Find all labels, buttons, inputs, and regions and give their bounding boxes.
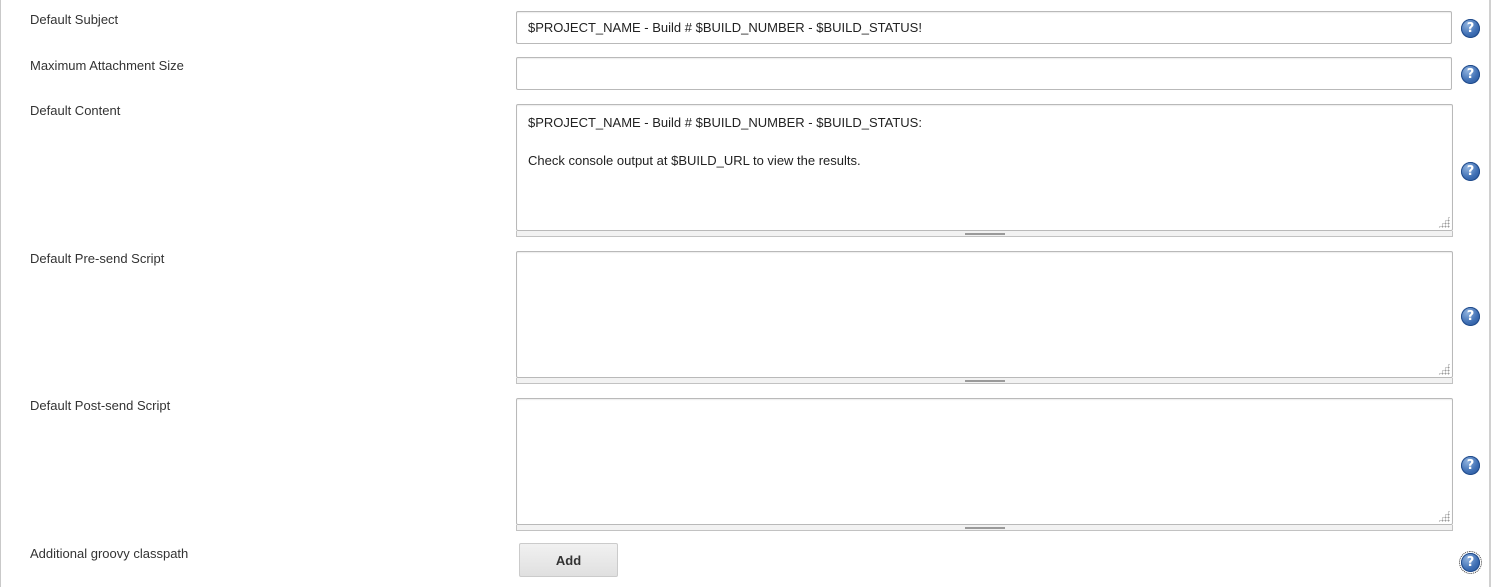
add-classpath-button[interactable]: Add bbox=[519, 543, 618, 577]
default-content-drag-bar[interactable] bbox=[516, 231, 1453, 237]
post-send-script-drag-bar[interactable] bbox=[516, 525, 1453, 531]
default-subject-label: Default Subject bbox=[30, 12, 119, 27]
post-send-script-help-icon[interactable]: ? bbox=[1461, 456, 1480, 475]
post-send-script-drag-handle[interactable] bbox=[964, 527, 1005, 529]
default-subject-help-icon[interactable]: ? bbox=[1461, 19, 1480, 38]
groovy-classpath-label: Additional groovy classpath bbox=[30, 546, 189, 561]
default-content-help-icon[interactable]: ? bbox=[1461, 162, 1480, 181]
max-attachment-size-help-icon[interactable]: ? bbox=[1461, 65, 1480, 84]
pre-send-script-textarea[interactable] bbox=[516, 251, 1453, 378]
max-attachment-size-label: Maximum Attachment Size bbox=[30, 58, 184, 73]
groovy-classpath-help-icon[interactable]: ? bbox=[1459, 551, 1482, 574]
max-attachment-size-input[interactable] bbox=[516, 57, 1452, 90]
default-subject-input[interactable] bbox=[516, 11, 1452, 44]
pre-send-script-label: Default Pre-send Script bbox=[30, 251, 165, 266]
default-content-drag-handle[interactable] bbox=[964, 233, 1005, 235]
pre-send-script-help-icon[interactable]: ? bbox=[1461, 307, 1480, 326]
page-frame-left-border bbox=[0, 0, 1, 587]
post-send-script-label: Default Post-send Script bbox=[30, 398, 171, 413]
default-content-textarea[interactable]: $PROJECT_NAME - Build # $BUILD_NUMBER - … bbox=[516, 104, 1453, 231]
pre-send-script-drag-bar[interactable] bbox=[516, 378, 1453, 384]
pre-send-script-drag-handle[interactable] bbox=[964, 380, 1005, 382]
default-content-label: Default Content bbox=[30, 103, 121, 118]
post-send-script-textarea[interactable] bbox=[516, 398, 1453, 525]
